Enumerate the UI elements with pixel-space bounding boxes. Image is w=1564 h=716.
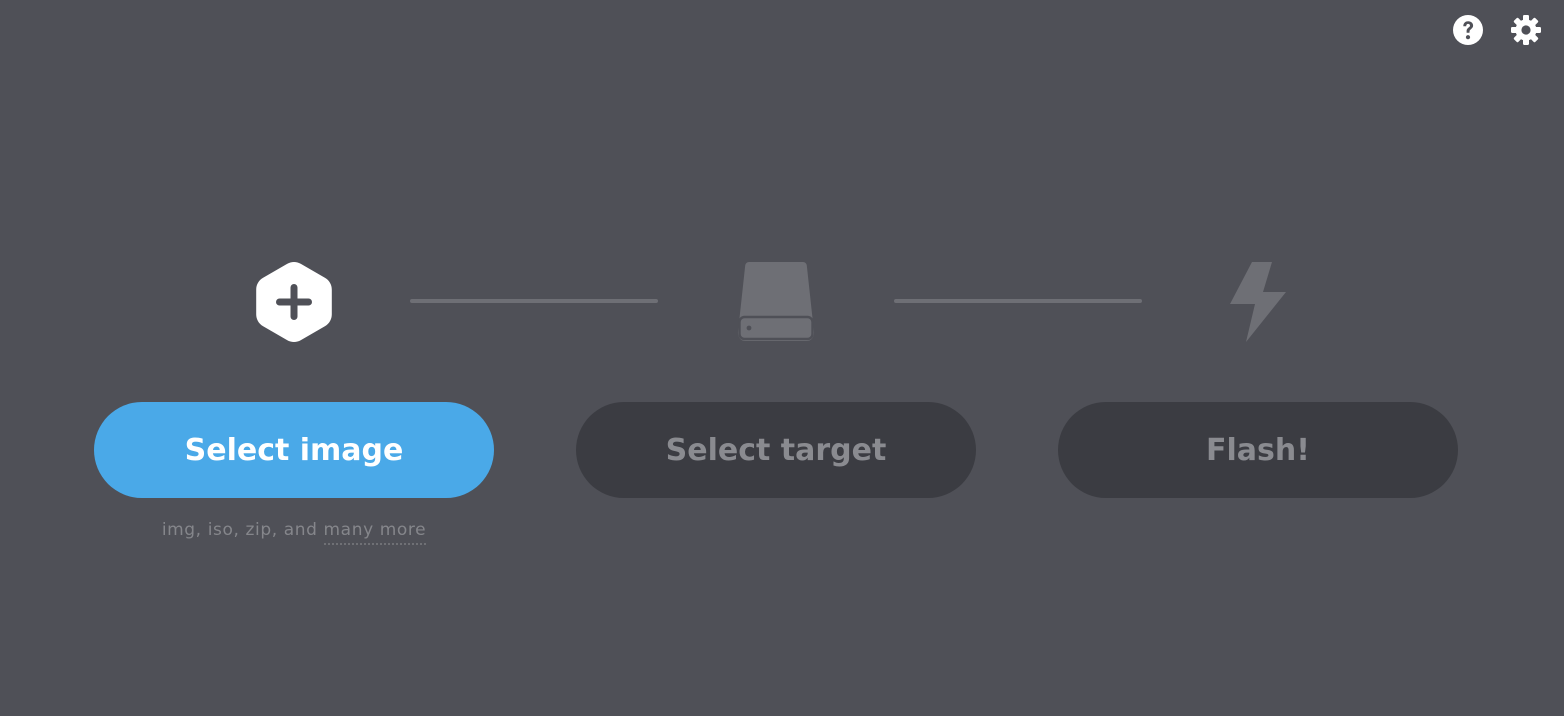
supported-formats-text: img, iso, zip, and	[161, 520, 324, 540]
supported-formats-hint: img, iso, zip, and many more	[94, 520, 494, 545]
app-window: Select image Select target Flash! img, i…	[0, 0, 1564, 716]
lightning-bolt-icon	[1230, 262, 1286, 342]
step-connector	[894, 299, 1142, 303]
help-icon	[1453, 15, 1483, 45]
flash-button[interactable]: Flash!	[1058, 402, 1458, 498]
step-connector	[410, 299, 658, 303]
drive-icon	[737, 262, 815, 341]
select-image-button[interactable]: Select image	[94, 402, 494, 498]
step-image	[250, 258, 338, 346]
step-flash	[1214, 258, 1302, 346]
gear-icon	[1511, 15, 1541, 45]
help-button[interactable]	[1451, 13, 1485, 47]
step-target	[732, 258, 820, 346]
select-target-button[interactable]: Select target	[576, 402, 976, 498]
settings-button[interactable]	[1509, 13, 1543, 47]
many-more-link[interactable]: many more	[323, 520, 427, 545]
plus-hexagon-icon	[256, 262, 332, 342]
